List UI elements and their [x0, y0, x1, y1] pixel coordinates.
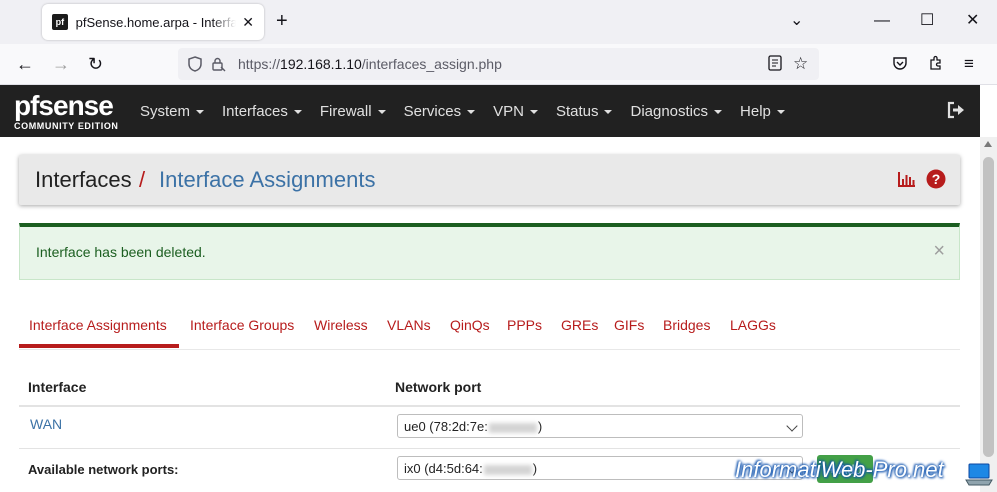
tab-ppps[interactable]: PPPs	[507, 317, 542, 333]
tab-interface-assignments[interactable]: Interface Assignments	[29, 317, 167, 333]
tab-gres[interactable]: GREs	[561, 317, 598, 333]
tab-gifs[interactable]: GIFs	[614, 317, 644, 333]
scrollbar-thumb[interactable]	[983, 157, 994, 457]
back-icon[interactable]: ←	[16, 54, 34, 74]
url-bar[interactable]: https://192.168.1.10/interfaces_assign.p…	[178, 48, 819, 80]
available-ports-label: Available network ports:	[28, 462, 179, 477]
caret-down-icon	[776, 109, 785, 114]
tab-interface-groups[interactable]: Interface Groups	[190, 317, 294, 333]
network-port-select[interactable]: ue0 (78:2d:7e:)	[397, 414, 803, 438]
scroll-up-icon[interactable]	[984, 141, 992, 147]
lock-warning-icon[interactable]	[210, 56, 226, 72]
caret-down-icon	[604, 109, 613, 114]
new-tab-icon[interactable]: +	[276, 11, 288, 31]
selected-port: ix0 (d4:5d:64:)	[404, 461, 538, 476]
bookmark-star-icon[interactable]: ☆	[793, 54, 808, 74]
svg-text:?: ?	[932, 171, 941, 187]
pfsense-logo-text: pfsense	[14, 90, 114, 121]
pfsense-logo[interactable]: pfsense COMMUNITY EDITION	[14, 91, 124, 133]
active-tab-indicator	[19, 344, 179, 348]
pfsense-navbar: pfsense COMMUNITY EDITION System Interfa…	[0, 85, 980, 137]
selected-port: ue0 (78:2d:7e:)	[404, 419, 543, 434]
close-tab-icon[interactable]: ✕	[242, 14, 254, 31]
caret-down-icon	[714, 109, 723, 114]
redacted-mac	[483, 464, 532, 475]
pocket-icon[interactable]	[892, 55, 908, 71]
minimize-icon[interactable]: —	[874, 12, 890, 30]
browser-tabbar: pf pfSense.home.arpa - Interfaces: Inter…	[0, 0, 997, 44]
bar-chart-icon[interactable]	[898, 170, 916, 188]
list-all-tabs-icon[interactable]: ⌄	[790, 12, 803, 30]
pfsense-favicon-icon: pf	[52, 14, 68, 30]
table-row: WAN ue0 (78:2d:7e:)	[19, 407, 960, 449]
browser-tab[interactable]: pf pfSense.home.arpa - Interfaces: Inter…	[42, 4, 264, 40]
browser-toolbar: ← → ↻ https://192.168.1.10/interfaces_as…	[0, 44, 997, 85]
breadcrumb-separator: /	[139, 167, 146, 192]
page-content: Interfaces / Interface Assignments ? Int…	[0, 137, 980, 492]
logout-icon[interactable]	[946, 100, 966, 120]
shield-icon[interactable]	[188, 56, 202, 72]
menu-status[interactable]: Status	[556, 103, 613, 120]
tab-bridges[interactable]: Bridges	[663, 317, 710, 333]
caret-down-icon	[467, 109, 476, 114]
tab-laggs[interactable]: LAGGs	[730, 317, 776, 333]
column-header-interface: Interface	[28, 379, 87, 395]
laptop-icon	[965, 463, 993, 486]
redacted-mac	[488, 422, 537, 433]
url-text: https://192.168.1.10/interfaces_assign.p…	[238, 56, 502, 72]
tab-wireless[interactable]: Wireless	[314, 317, 368, 333]
column-header-network-port: Network port	[395, 379, 482, 395]
caret-down-icon	[196, 109, 205, 114]
menu-diagnostics[interactable]: Diagnostics	[630, 103, 723, 120]
chevron-down-icon	[786, 420, 798, 432]
menu-help[interactable]: Help	[740, 103, 785, 120]
watermark: InformatiWeb-Pro.net	[735, 457, 944, 482]
reload-icon[interactable]: ↻	[88, 54, 103, 74]
menu-system[interactable]: System	[140, 103, 205, 120]
table-header-row: Interface Network port	[19, 365, 960, 407]
interfaces-tabs: Interface Assignments Interface Groups W…	[19, 305, 960, 350]
tab-qinqs[interactable]: QinQs	[450, 317, 490, 333]
interface-link-wan[interactable]: WAN	[30, 416, 62, 432]
menu-interfaces[interactable]: Interfaces	[222, 103, 302, 120]
menu-services[interactable]: Services	[404, 103, 476, 120]
browser-tab-title: pfSense.home.arpa - Interfaces: Interfac…	[75, 14, 237, 30]
pfsense-edition-label: COMMUNITY EDITION	[14, 121, 119, 131]
menu-firewall[interactable]: Firewall	[320, 103, 386, 120]
forward-icon[interactable]: →	[52, 54, 70, 74]
breadcrumb-interfaces[interactable]: Interfaces	[35, 167, 132, 193]
alert-message: Interface has been deleted.	[36, 244, 206, 260]
success-alert: Interface has been deleted. ×	[19, 223, 960, 280]
caret-down-icon	[293, 109, 302, 114]
close-window-icon[interactable]: ✕	[966, 12, 979, 30]
caret-down-icon	[377, 109, 386, 114]
help-icon[interactable]: ?	[926, 169, 946, 189]
breadcrumb: Interfaces / Interface Assignments ?	[19, 155, 960, 205]
breadcrumb-current-page[interactable]: Interface Assignments	[159, 167, 375, 193]
extensions-icon[interactable]	[928, 55, 944, 71]
caret-down-icon	[529, 109, 538, 114]
tab-vlans[interactable]: VLANs	[387, 317, 431, 333]
pfsense-main-menu: System Interfaces Firewall Services VPN …	[140, 85, 803, 137]
close-alert-icon[interactable]: ×	[933, 241, 945, 261]
menu-vpn[interactable]: VPN	[493, 103, 538, 120]
maximize-icon[interactable]: ☐	[920, 12, 934, 30]
reader-view-icon[interactable]	[768, 55, 782, 71]
menu-icon[interactable]: ≡	[964, 55, 974, 73]
page-scrollbar[interactable]	[980, 137, 997, 492]
